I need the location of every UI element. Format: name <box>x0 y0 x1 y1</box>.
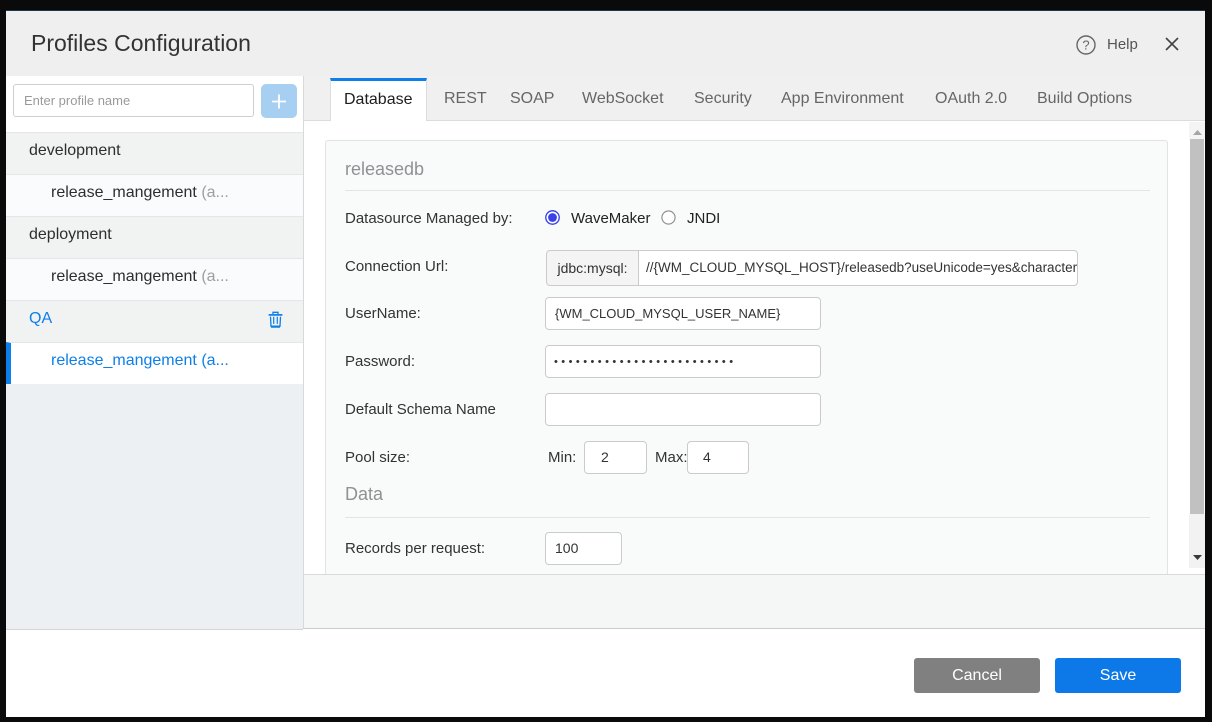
svg-text:?: ? <box>1082 38 1089 53</box>
